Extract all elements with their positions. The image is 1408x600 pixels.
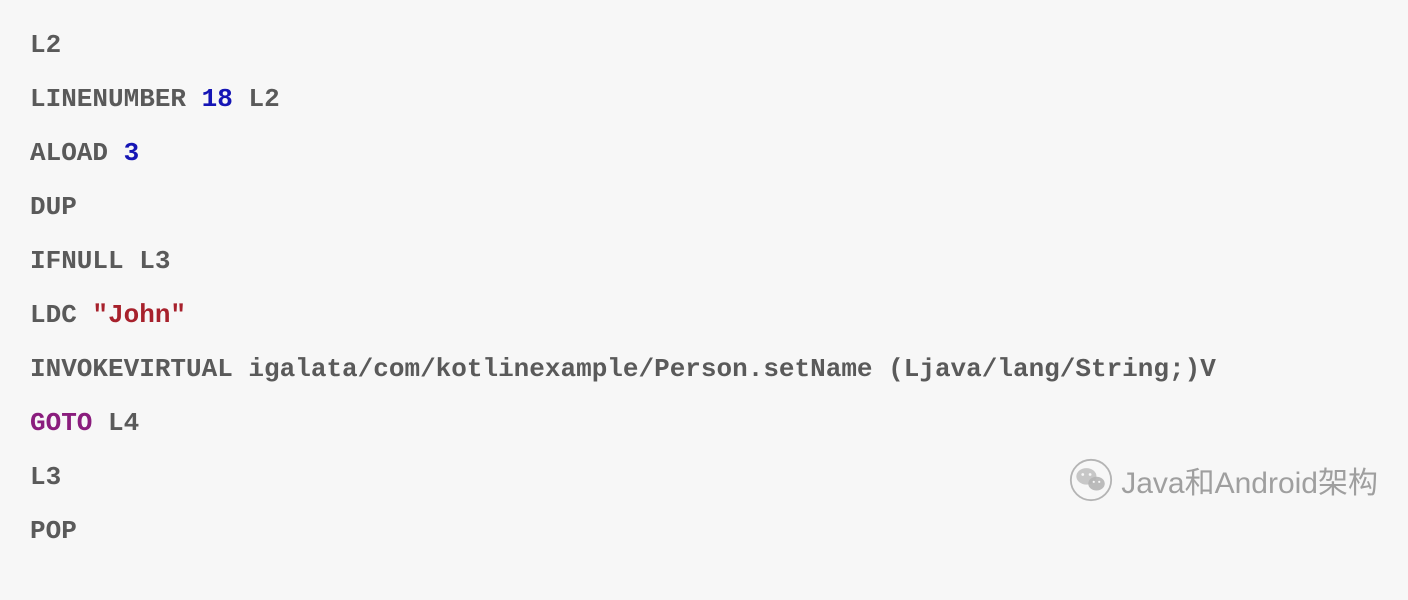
code-line-3: DUP: [30, 192, 1378, 222]
label-token: L2: [30, 30, 61, 60]
string-token: "John": [92, 300, 186, 330]
code-line-5: LDC "John": [30, 300, 1378, 330]
code-line-7: GOTO L4: [30, 408, 1378, 438]
number-token: 18: [202, 84, 233, 114]
number-token: 3: [124, 138, 140, 168]
label-token: L3: [30, 462, 61, 492]
goto-token: GOTO: [30, 408, 92, 438]
instruction-token: ALOAD: [30, 138, 124, 168]
bytecode-listing: L2 LINENUMBER 18 L2 ALOAD 3 DUP IFNULL L…: [0, 0, 1408, 600]
code-line-4: IFNULL L3: [30, 246, 1378, 276]
code-line-6: INVOKEVIRTUAL igalata/com/kotlinexample/…: [30, 354, 1378, 384]
wechat-icon: [1069, 458, 1113, 502]
watermark: Java和Android架构: [1069, 458, 1378, 502]
instruction-token: LDC: [30, 300, 92, 330]
code-line-9: POP: [30, 516, 1378, 546]
instruction-token: POP: [30, 516, 77, 546]
instruction-token: LINENUMBER: [30, 84, 202, 114]
instruction-token: L4: [92, 408, 139, 438]
watermark-text: Java和Android架构: [1121, 458, 1378, 502]
instruction-token: INVOKEVIRTUAL igalata/com/kotlinexample/…: [30, 354, 1216, 384]
code-line-2: ALOAD 3: [30, 138, 1378, 168]
instruction-token: L2: [233, 84, 280, 114]
instruction-token: DUP: [30, 192, 77, 222]
code-line-0: L2: [30, 30, 1378, 60]
instruction-token: IFNULL L3: [30, 246, 170, 276]
code-line-1: LINENUMBER 18 L2: [30, 84, 1378, 114]
